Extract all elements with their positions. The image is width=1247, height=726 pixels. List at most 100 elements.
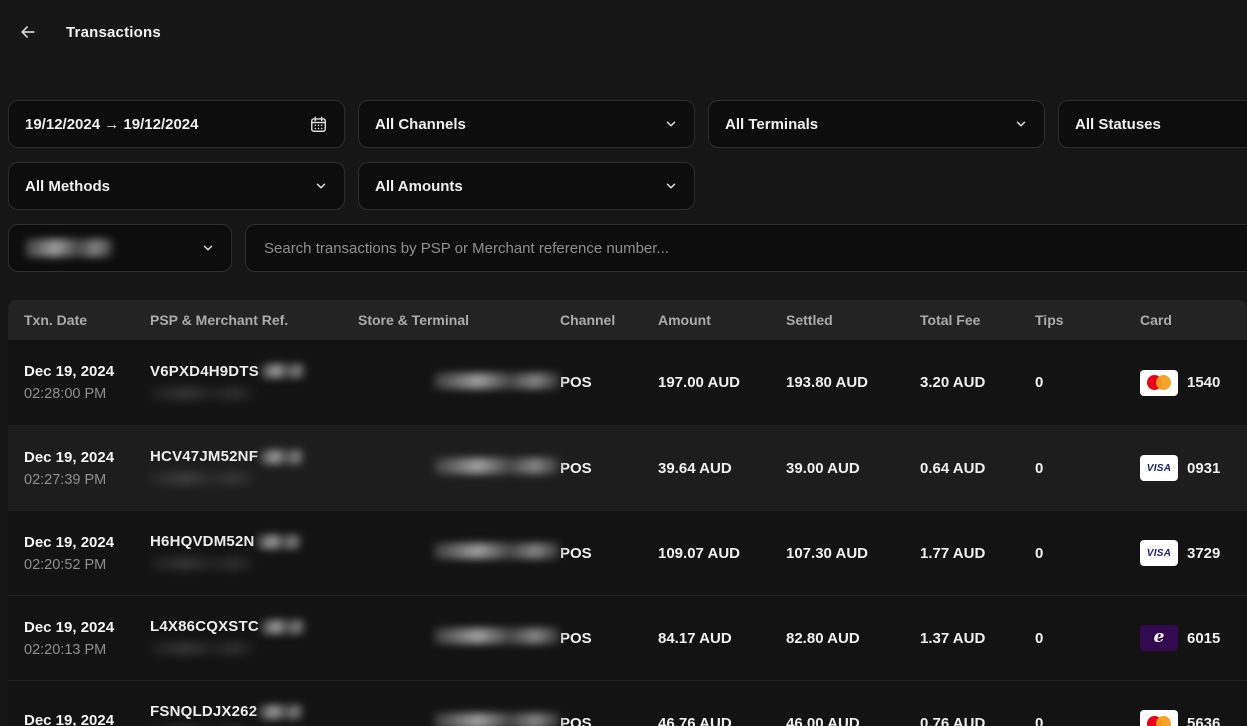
redacted-psp-ref-tail [259, 705, 303, 719]
card-scheme-icon [1140, 370, 1178, 396]
date-range-picker[interactable]: 19/12/2024 → 19/12/2024 [8, 100, 345, 148]
settled-cell: 82.80 AUD [786, 630, 920, 647]
chevron-down-icon [1014, 117, 1028, 131]
txn-date: Dec 19, 2024 [24, 712, 150, 726]
txn-date: Dec 19, 2024 [24, 619, 150, 636]
table-row[interactable]: Dec 19, 2024 02:28:00 PM V6PXD4H9DTS POS… [8, 340, 1247, 425]
amounts-filter[interactable]: All Amounts [358, 162, 695, 210]
redacted-psp-ref-tail [260, 450, 304, 464]
settled-cell: 46.00 AUD [786, 715, 920, 726]
amount-cell: 197.00 AUD [658, 374, 786, 391]
total-fee-cell: 1.77 AUD [920, 545, 1035, 562]
psp-merchant-ref-cell: FSNQLDJX262 [150, 703, 358, 726]
redacted-store-terminal [434, 543, 560, 559]
statuses-filter-value: All Statuses [1075, 116, 1161, 133]
channel-cell: POS [560, 630, 658, 647]
col-header-store: Store & Terminal [358, 312, 560, 328]
redacted-merchant-ref [150, 558, 254, 569]
calendar-icon [309, 115, 328, 134]
chevron-down-icon [201, 241, 215, 255]
amounts-filter-value: All Amounts [375, 178, 463, 195]
redacted-psp-ref-tail [257, 535, 301, 549]
card-scheme-icon: VISA [1140, 540, 1178, 566]
top-bar: Transactions [0, 0, 1247, 48]
statuses-filter[interactable]: All Statuses [1058, 100, 1247, 148]
txn-time: 02:20:52 PM [24, 557, 150, 573]
methods-filter-value: All Methods [25, 178, 110, 195]
terminals-filter-value: All Terminals [725, 116, 818, 133]
chevron-down-icon [314, 179, 328, 193]
redacted-merchant-ref [150, 473, 254, 484]
txn-date-cell: Dec 19, 2024 02:28:00 PM [24, 363, 150, 402]
card-cell: 5636 [1140, 710, 1247, 726]
tips-cell: 0 [1035, 460, 1140, 477]
tips-cell: 0 [1035, 374, 1140, 391]
methods-filter[interactable]: All Methods [8, 162, 345, 210]
settled-cell: 193.80 AUD [786, 374, 920, 391]
redacted-store-terminal [434, 458, 560, 474]
psp-merchant-ref-cell: H6HQVDM52N [150, 533, 358, 573]
chevron-down-icon [664, 117, 678, 131]
store-terminal-cell [358, 628, 560, 648]
chevron-down-icon [664, 179, 678, 193]
col-header-txn-date: Txn. Date [24, 312, 150, 328]
total-fee-cell: 0.64 AUD [920, 460, 1035, 477]
table-row[interactable]: Dec 19, 2024 02:27:39 PM HCV47JM52NF POS… [8, 425, 1247, 510]
card-cell: 1540 [1140, 370, 1247, 396]
table-row[interactable]: Dec 19, 2024 FSNQLDJX262 POS 46.76 AUD 4… [8, 680, 1247, 726]
psp-merchant-ref-cell: HCV47JM52NF [150, 448, 358, 488]
channel-cell: POS [560, 374, 658, 391]
settled-cell: 39.00 AUD [786, 460, 920, 477]
psp-ref: V6PXD4H9DTS [150, 363, 259, 380]
amount-cell: 109.07 AUD [658, 545, 786, 562]
card-scheme-icon [1140, 710, 1178, 726]
channel-cell: POS [560, 545, 658, 562]
card-last4: 3729 [1187, 545, 1220, 562]
page-title: Transactions [66, 24, 161, 41]
redacted-store-terminal [434, 373, 560, 389]
txn-time: 02:27:39 PM [24, 472, 150, 488]
search-input[interactable] [262, 239, 1247, 258]
redacted-psp-ref-tail [261, 620, 305, 634]
txn-time: 02:20:13 PM [24, 642, 150, 658]
txn-date: Dec 19, 2024 [24, 363, 150, 380]
total-fee-cell: 0.76 AUD [920, 715, 1035, 726]
transactions-page: Transactions 19/12/2024 → 19/12/2024 All… [0, 0, 1247, 726]
redacted-store-terminal [434, 628, 560, 644]
channels-filter[interactable]: All Channels [358, 100, 695, 148]
col-header-total-fee: Total Fee [920, 312, 1035, 328]
psp-ref: H6HQVDM52N [150, 533, 255, 550]
table-row[interactable]: Dec 19, 2024 02:20:52 PM H6HQVDM52N POS … [8, 510, 1247, 595]
tips-cell: 0 [1035, 545, 1140, 562]
card-last4: 0931 [1187, 460, 1220, 477]
card-scheme-icon: e [1140, 625, 1178, 651]
card-cell: VISA 3729 [1140, 540, 1247, 566]
tips-cell: 0 [1035, 715, 1140, 726]
total-fee-cell: 1.37 AUD [920, 630, 1035, 647]
terminals-filter[interactable]: All Terminals [708, 100, 1045, 148]
store-terminal-cell [358, 543, 560, 563]
back-button[interactable] [18, 22, 38, 42]
txn-date: Dec 19, 2024 [24, 534, 150, 551]
filter-row-2: All Methods All Amounts [8, 162, 1247, 210]
amount-cell: 39.64 AUD [658, 460, 786, 477]
arrow-left-icon [18, 22, 38, 42]
card-last4: 1540 [1187, 374, 1220, 391]
txn-date-cell: Dec 19, 2024 02:27:39 PM [24, 449, 150, 488]
col-header-psp-ref: PSP & Merchant Ref. [150, 312, 358, 328]
col-header-settled: Settled [786, 312, 920, 328]
card-last4: 6015 [1187, 630, 1220, 647]
merchant-selector[interactable] [8, 224, 232, 272]
total-fee-cell: 3.20 AUD [920, 374, 1035, 391]
txn-date-cell: Dec 19, 2024 02:20:52 PM [24, 534, 150, 573]
transactions-table: Txn. Date PSP & Merchant Ref. Store & Te… [8, 300, 1247, 726]
store-terminal-cell [358, 713, 560, 726]
search-container [245, 224, 1247, 272]
filter-row-3 [8, 224, 1247, 272]
psp-ref: L4X86CQXSTC [150, 618, 259, 635]
psp-merchant-ref-cell: L4X86CQXSTC [150, 618, 358, 658]
table-row[interactable]: Dec 19, 2024 02:20:13 PM L4X86CQXSTC POS… [8, 595, 1247, 680]
card-cell: e 6015 [1140, 625, 1247, 651]
filters-area: 19/12/2024 → 19/12/2024 All Channels All… [8, 100, 1247, 286]
settled-cell: 107.30 AUD [786, 545, 920, 562]
